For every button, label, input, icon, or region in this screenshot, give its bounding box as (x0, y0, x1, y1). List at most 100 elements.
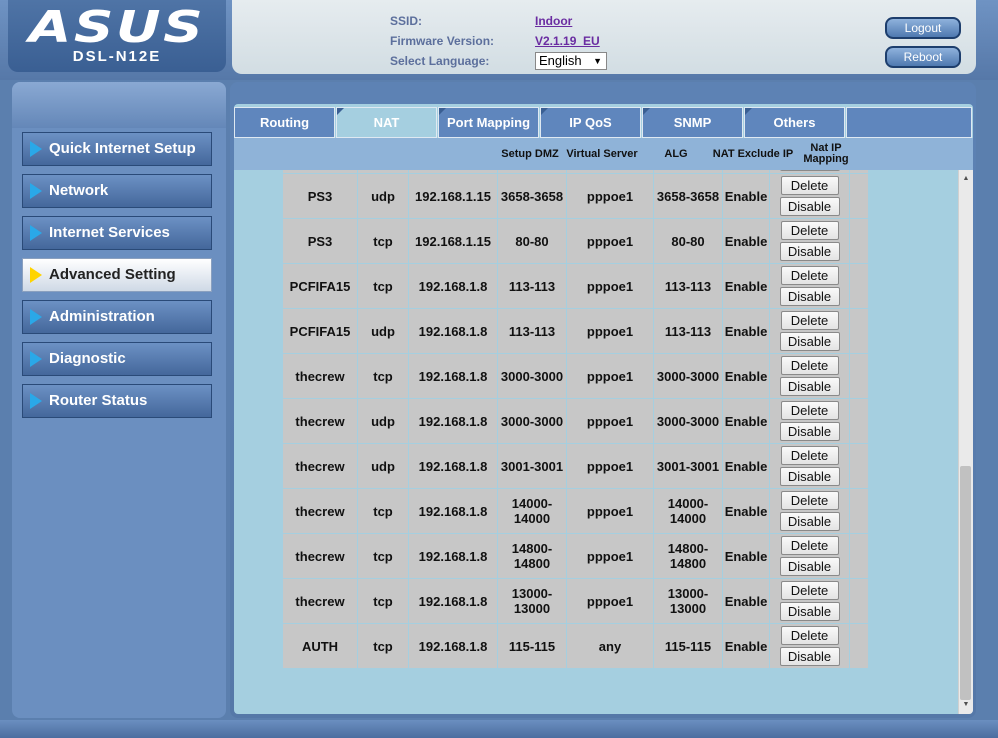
status-cell: Enable (723, 579, 769, 623)
vertical-scrollbar[interactable]: ▲ ▼ (958, 170, 973, 714)
local-ip-cell: 192.168.1.8 (409, 534, 497, 578)
tab-nat[interactable]: NAT (336, 107, 437, 138)
footer-bar (0, 720, 998, 738)
interface-cell: pppoe1 (567, 579, 653, 623)
external-port-cell (498, 170, 566, 173)
sidebar-item-internet-services[interactable]: Internet Services (22, 216, 212, 250)
arrow-right-icon (30, 141, 42, 157)
tab-snmp[interactable]: SNMP (642, 107, 743, 138)
protocol-cell: tcp (358, 579, 408, 623)
disable-button[interactable]: Disable (779, 557, 840, 576)
table-row: PS3 udp 192.168.1.15 3658-3658 pppoe1 3658-36… (283, 174, 868, 218)
disable-button[interactable]: Disable (779, 332, 840, 351)
delete-button[interactable]: Delete (780, 491, 839, 510)
subnav-nat-ip-mapping[interactable]: Nat IP Mapping (794, 138, 858, 170)
subnav-nat-exclude-ip[interactable]: NAT Exclude IP (712, 138, 794, 170)
table-row: thecrew tcp 192.168.1.8 14000-14000 pppoe1 14… (283, 489, 868, 533)
rule-name-cell: AUTH (283, 624, 357, 668)
delete-button[interactable]: Delete (780, 581, 839, 600)
protocol-cell: tcp (358, 354, 408, 398)
local-ip-cell: 192.168.1.8 (409, 309, 497, 353)
scroll-down-arrow-icon[interactable]: ▼ (959, 698, 973, 712)
internal-port-cell: 13000-13000 (654, 579, 722, 623)
sidebar-item-diagnostic[interactable]: Diagnostic (22, 342, 212, 376)
sidebar-item-administration[interactable]: Administration (22, 300, 212, 334)
sidebar-header (12, 82, 226, 128)
delete-button[interactable]: Delete (780, 626, 839, 645)
interface-cell: pppoe1 (567, 219, 653, 263)
dropdown-arrow-icon: ▼ (593, 56, 602, 66)
disable-button[interactable]: Disable (779, 602, 840, 621)
delete-button[interactable]: Delete (780, 401, 839, 420)
disable-button[interactable]: Disable (779, 422, 840, 441)
interface-cell: pppoe1 (567, 399, 653, 443)
sidebar-item-label: Diagnostic (49, 350, 126, 367)
row-padding (850, 579, 868, 623)
disable-button[interactable]: Disable (779, 647, 840, 666)
row-actions: Delete Disable (770, 444, 849, 488)
tab-others[interactable]: Others (744, 107, 845, 138)
disable-button[interactable]: Disable (779, 512, 840, 531)
interface-cell: pppoe1 (567, 309, 653, 353)
tab-label: IP QoS (569, 115, 612, 130)
rule-name-cell: PCFIFA15 (283, 309, 357, 353)
protocol-cell: udp (358, 309, 408, 353)
nat-subnav: Setup DMZ Virtual Server ALG NAT Exclude… (234, 138, 973, 170)
row-actions: Delete Disable (770, 624, 849, 668)
delete-button[interactable]: Delete (780, 221, 839, 240)
tab-corner-icon (541, 108, 548, 115)
tab-routing[interactable]: Routing (234, 107, 335, 138)
delete-button[interactable]: Delete (780, 266, 839, 285)
external-port-cell: 14000-14000 (498, 489, 566, 533)
status-cell: Enable (723, 399, 769, 443)
local-ip-cell: 192.168.1.8 (409, 354, 497, 398)
delete-button[interactable]: Delete (780, 176, 839, 195)
external-port-cell: 3001-3001 (498, 444, 566, 488)
language-select[interactable]: English ▼ (535, 52, 607, 70)
tab-ip-qos[interactable]: IP QoS (540, 107, 641, 138)
disable-button[interactable]: Disable (779, 287, 840, 306)
ssid-link[interactable]: Indoor (535, 14, 572, 28)
external-port-cell: 13000-13000 (498, 579, 566, 623)
scrollbar-thumb[interactable] (960, 466, 971, 700)
internal-port-cell (654, 170, 722, 173)
firmware-link[interactable]: V2.1.19_EU (535, 34, 600, 48)
sidebar-item-network[interactable]: Network (22, 174, 212, 208)
tab-port-mapping[interactable]: Port Mapping (438, 107, 539, 138)
protocol-cell: udp (358, 174, 408, 218)
status-cell: Enable (723, 534, 769, 578)
disable-button[interactable]: Disable (779, 242, 840, 261)
disable-button[interactable]: Disable (779, 197, 840, 216)
subnav-setup-dmz[interactable]: Setup DMZ (496, 138, 564, 170)
disable-button[interactable]: Disable (779, 170, 840, 171)
sidebar-item-router-status[interactable]: Router Status (22, 384, 212, 418)
status-cell: Enable (723, 219, 769, 263)
delete-button[interactable]: Delete (780, 356, 839, 375)
table-row: thecrew udp 192.168.1.8 3000-3000 pppoe1 3000… (283, 399, 868, 443)
internal-port-cell: 115-115 (654, 624, 722, 668)
status-cell: Enable (723, 264, 769, 308)
tab-bar-filler (846, 107, 972, 138)
disable-button[interactable]: Disable (779, 467, 840, 486)
row-actions: DeleteDisable (770, 170, 849, 173)
tab-label: Routing (259, 115, 310, 130)
disable-button[interactable]: Disable (779, 377, 840, 396)
protocol-cell: tcp (358, 264, 408, 308)
sidebar-item-advanced-setting[interactable]: Advanced Setting (22, 258, 212, 292)
rules-scroll-area[interactable]: DeleteDisablePS3udp192.168.1.153658-3658… (234, 170, 956, 714)
tab-corner-icon (745, 108, 752, 115)
external-port-cell: 115-115 (498, 624, 566, 668)
table-row: DeleteDisable (283, 170, 868, 173)
delete-button[interactable]: Delete (780, 311, 839, 330)
reboot-button[interactable]: Reboot (885, 46, 961, 68)
interface-cell: pppoe1 (567, 444, 653, 488)
scroll-up-arrow-icon[interactable]: ▲ (959, 172, 973, 186)
delete-button[interactable]: Delete (780, 446, 839, 465)
subnav-virtual-server[interactable]: Virtual Server (564, 138, 640, 170)
logout-button[interactable]: Logout (885, 17, 961, 39)
row-actions: Delete Disable (770, 174, 849, 218)
sidebar-item-quick-internet-setup[interactable]: Quick Internet Setup (22, 132, 212, 166)
delete-button[interactable]: Delete (780, 536, 839, 555)
subnav-alg[interactable]: ALG (652, 138, 700, 170)
tab-label: NAT (373, 115, 400, 130)
